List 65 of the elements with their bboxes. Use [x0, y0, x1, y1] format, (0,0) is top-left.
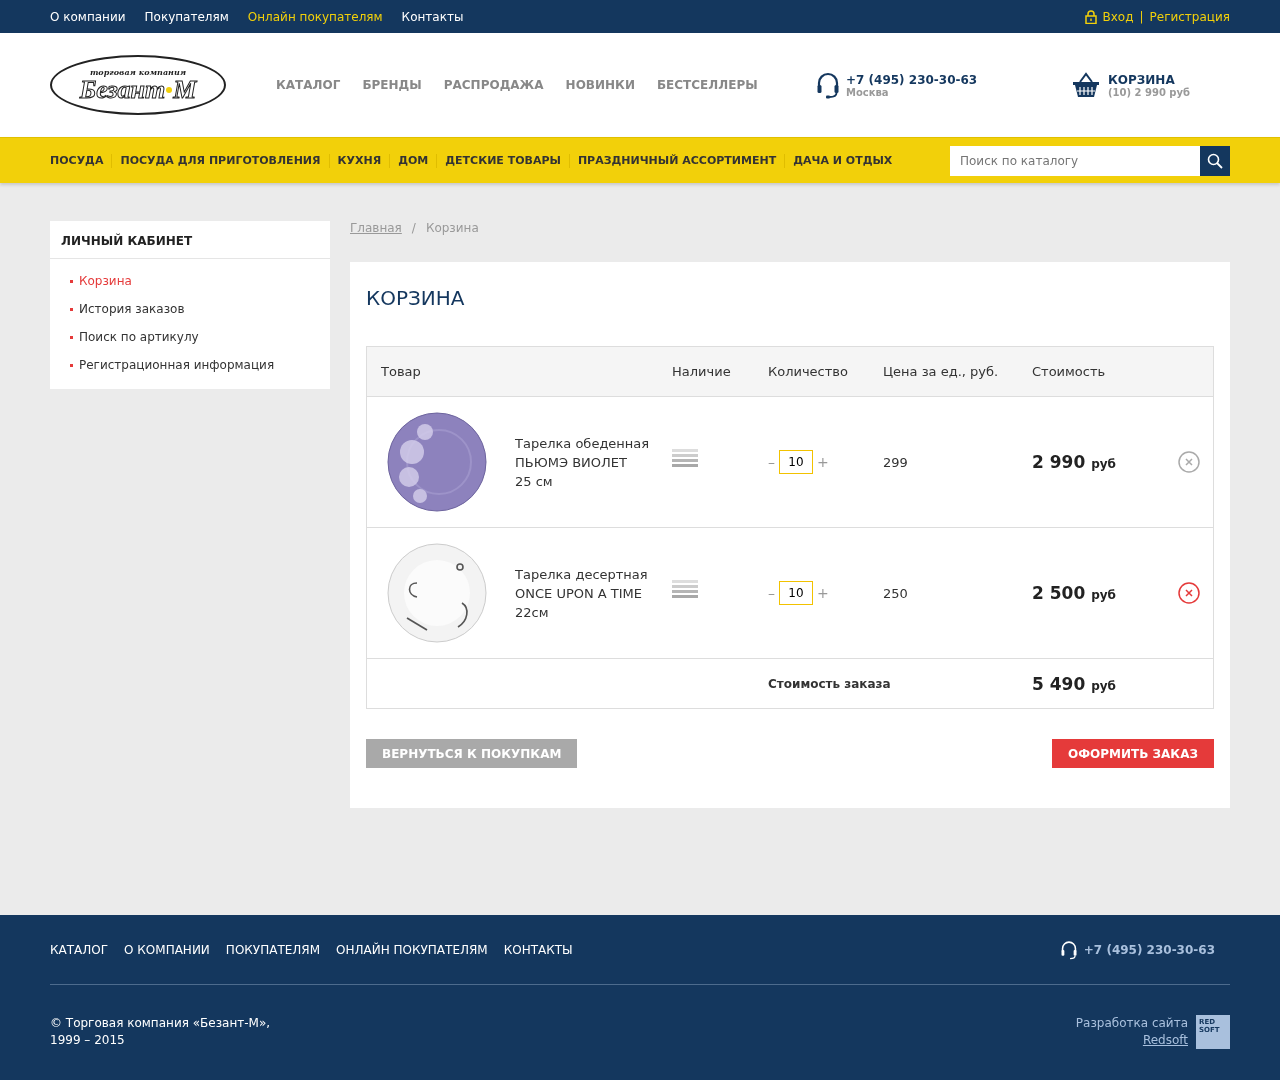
search-icon	[1207, 152, 1223, 169]
sidebar-link[interactable]: Регистрационная информация	[79, 358, 275, 372]
breadcrumb-separator: /	[411, 221, 416, 237]
footer-phone: +7 (495) 230-30-63	[1083, 942, 1215, 957]
product-name[interactable]: Тарелка обеденная ПЬЮМЭ ВИОЛЕТ 25 см	[515, 433, 650, 491]
quantity-field[interactable]: 10	[779, 581, 813, 605]
remove-icon[interactable]	[1177, 582, 1200, 604]
footer-link[interactable]: КОНТАКТЫ	[503, 942, 573, 957]
breadcrumb-current: Корзина	[425, 221, 479, 237]
sidebar-link[interactable]: Корзина	[79, 274, 132, 288]
order-total: 5 490 руб	[1032, 673, 1117, 694]
search-button[interactable]	[1200, 145, 1230, 176]
main-nav-link[interactable]: КАТАЛОГ	[276, 78, 341, 92]
headset-icon	[1059, 939, 1078, 960]
search-field[interactable]: Поиск по каталогу	[950, 145, 1200, 176]
cart-summary: (10) 2 990 руб	[1108, 86, 1190, 98]
category-link[interactable]: ДАЧА И ОТДЫХ	[793, 154, 893, 167]
separator: |	[1139, 9, 1144, 24]
category-link[interactable]: ПРАЗДНИЧНЫЙ АССОРТИМЕНТ	[577, 154, 777, 167]
line-total: 2 990 руб	[1032, 452, 1117, 472]
category-link[interactable]: ПОСУДА ДЛЯ ПРИГОТОВЛЕНИЯ	[120, 154, 321, 167]
register-link[interactable]: Регистрация	[1149, 9, 1230, 24]
column-header: Цена за ед., руб.	[883, 364, 1000, 379]
lock-icon	[1084, 9, 1097, 24]
product-name[interactable]: Тарелка десертная ONCE UPON A TIME 22см	[515, 564, 648, 622]
quantity-field[interactable]: 10	[779, 450, 813, 474]
category-link[interactable]: ПОСУДА	[50, 154, 104, 167]
unit-price: 250	[883, 585, 909, 601]
company-logo[interactable]: торговая компания Безант М	[50, 55, 226, 115]
main-nav-link[interactable]: БЕСТСЕЛЛЕРЫ	[656, 78, 758, 92]
cart-link[interactable]: КОРЗИНА	[1108, 72, 1190, 87]
sidebar-link[interactable]: История заказов	[79, 302, 185, 316]
sidebar-link[interactable]: Поиск по артикулу	[79, 330, 199, 344]
developer-link[interactable]: Redsoft	[1142, 1032, 1188, 1049]
footer-link[interactable]: О КОМПАНИИ	[124, 942, 210, 957]
footer-link[interactable]: КАТАЛОГ	[50, 942, 109, 957]
footer-link[interactable]: ОНЛАЙН ПОКУПАТЕЛЯМ	[336, 942, 488, 957]
main-nav-link[interactable]: БРЕНДЫ	[362, 78, 422, 92]
phone-number: +7 (495) 230-30-63	[846, 72, 978, 87]
sidebar-title: ЛИЧНЫЙ КАБИНЕТ	[50, 221, 330, 259]
top-nav-link[interactable]: Контакты	[401, 9, 464, 24]
basket-icon[interactable]	[1072, 72, 1100, 98]
column-header: Стоимость	[1032, 364, 1107, 379]
headset-icon	[816, 71, 840, 99]
category-link[interactable]: КУХНЯ	[337, 154, 382, 167]
copyright-text: © Торговая компания «Безант-М», 1999 – 2015	[50, 1015, 271, 1049]
top-nav-link[interactable]: Онлайн покупателям	[247, 9, 383, 24]
category-link[interactable]: ДОМ	[398, 154, 429, 167]
login-link[interactable]: Вход	[1102, 9, 1134, 24]
top-nav-link[interactable]: О компании	[50, 9, 126, 24]
developer-label: Разработка сайта	[1075, 1015, 1188, 1032]
city-label: Москва	[846, 86, 890, 98]
column-header: Товар	[380, 364, 422, 379]
column-header: Наличие	[672, 364, 732, 379]
checkout-button[interactable]: ОФОРМИТЬ ЗАКАЗ	[1051, 739, 1214, 768]
column-header: Количество	[768, 364, 849, 379]
unit-price: 299	[883, 454, 909, 470]
line-total: 2 500 руб	[1032, 583, 1117, 603]
main-nav-link[interactable]: НОВИНКИ	[565, 78, 635, 92]
main-nav-link[interactable]: РАСПРОДАЖА	[443, 78, 544, 92]
page-title: КОРЗИНА	[366, 286, 466, 310]
category-link[interactable]: ДЕТСКИЕ ТОВАРЫ	[445, 154, 561, 167]
footer-link[interactable]: ПОКУПАТЕЛЯМ	[225, 942, 321, 957]
top-nav-link[interactable]: Покупателям	[144, 9, 229, 24]
order-total-label: Стоимость заказа	[768, 676, 892, 691]
